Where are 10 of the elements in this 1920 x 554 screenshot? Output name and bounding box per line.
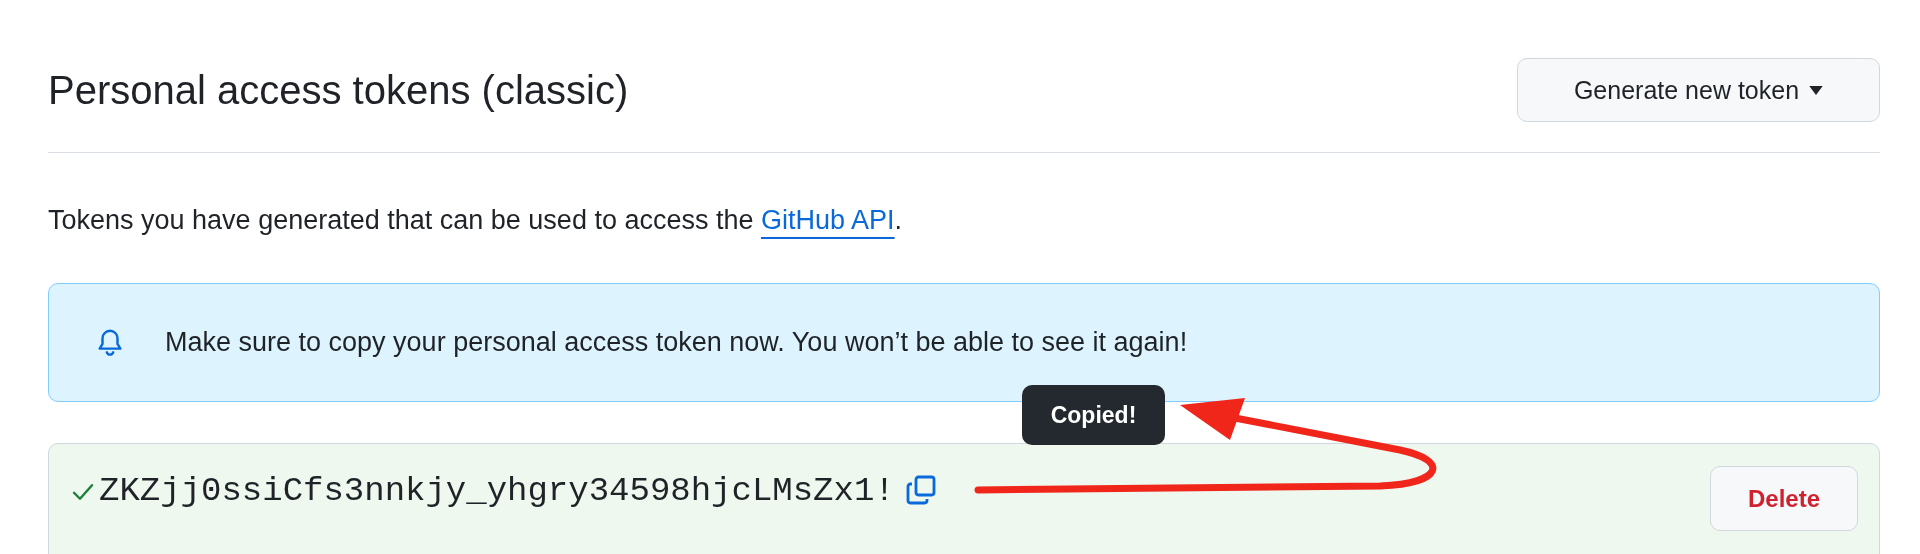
copy-icon[interactable] [904,474,937,506]
delete-button[interactable]: Delete [1710,466,1858,531]
description-text: Tokens you have generated that can be used to access the GitHub API. [48,204,904,237]
flash-message: Make sure to copy your personal access token now. You won’t be able to see it again! [165,327,1188,358]
token-value: ZKZjj0ssiCfs3nnkjy_yhgry34598hjcLMsZx1! [99,471,895,512]
github-api-link[interactable]: GitHub API [761,205,895,235]
page-title: Personal access tokens (classic) [48,67,629,113]
caret-icon [1809,85,1824,95]
tooltip: Copied! [1022,385,1165,445]
generate-token-button[interactable]: Generate new token [1517,58,1880,122]
